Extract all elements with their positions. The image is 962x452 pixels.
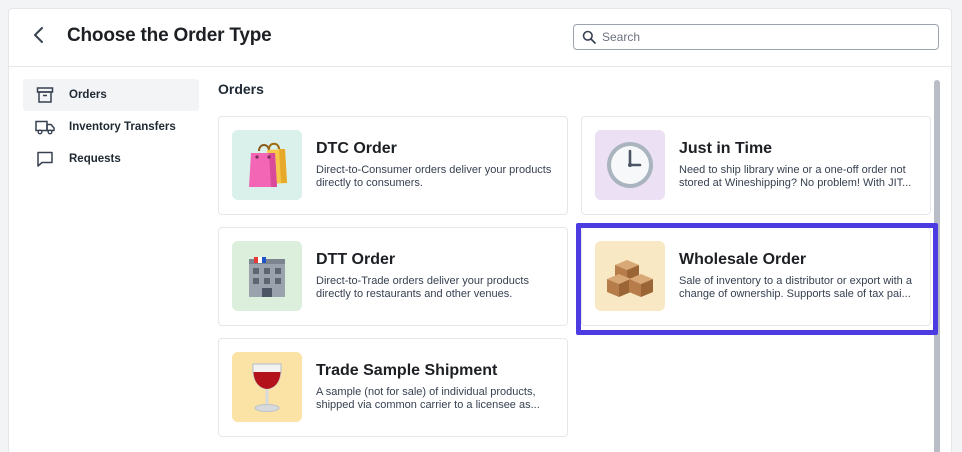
clock-icon (595, 130, 665, 200)
truck-icon (35, 117, 55, 137)
card-title: Wholesale Order (679, 251, 807, 268)
card-title: Just in Time (679, 140, 773, 157)
wholesale-order-card[interactable]: Wholesale Order Sale of inventory to a d… (581, 227, 931, 326)
dtc-order-card[interactable]: DTC Order Direct-to-Consumer orders deli… (218, 116, 568, 215)
page-title: Choose the Order Type (67, 25, 272, 46)
search-input[interactable] (602, 30, 922, 44)
card-description-line: Sale of inventory to a distributor or ex… (679, 275, 912, 287)
boxes-icon (595, 241, 665, 311)
card-description-line: directly to restaurants and other venues… (316, 288, 513, 300)
card-description-line: change of ownership. Supports sale of ta… (679, 288, 911, 300)
building-icon (232, 241, 302, 311)
wine-glass-icon (232, 352, 302, 422)
chat-bubble-icon (35, 149, 55, 169)
card-description-line: Direct-to-Trade orders deliver your prod… (316, 275, 529, 287)
sidebar-item-label: Requests (69, 153, 121, 165)
just-in-time-card[interactable]: Just in Time Need to ship library wine o… (581, 116, 931, 215)
sidebar: Orders Inventory Transfers Requests (23, 79, 199, 175)
card-title: DTC Order (316, 140, 397, 157)
search-icon (582, 30, 596, 44)
card-description: Need to ship library wine or a one-off o… (679, 164, 919, 190)
card-description-line: directly to consumers. (316, 177, 423, 189)
card-description-line: stored at Wineshipping? No problem! With… (679, 177, 912, 189)
sidebar-item-inventory-transfers[interactable]: Inventory Transfers (23, 111, 199, 143)
card-description: Direct-to-Trade orders deliver your prod… (316, 275, 556, 301)
search-box[interactable] (573, 24, 939, 50)
card-description-line: Direct-to-Consumer orders deliver your p… (316, 164, 552, 176)
card-description: Direct-to-Consumer orders deliver your p… (316, 164, 556, 190)
shopping-bags-icon (232, 130, 302, 200)
card-description: Sale of inventory to a distributor or ex… (679, 275, 919, 301)
card-description-line: A sample (not for sale) of individual pr… (316, 386, 536, 398)
card-description: A sample (not for sale) of individual pr… (316, 386, 556, 412)
sidebar-item-orders[interactable]: Orders (23, 79, 199, 111)
scrollbar-thumb[interactable] (934, 80, 940, 452)
header: Choose the Order Type (9, 9, 951, 67)
card-title: DTT Order (316, 251, 396, 268)
card-description-line: shipped via common carrier to a licensee… (316, 399, 540, 411)
sidebar-item-label: Inventory Transfers (69, 121, 176, 133)
chevron-left-icon (29, 25, 49, 50)
section-title: Orders (218, 81, 264, 97)
card-title: Trade Sample Shipment (316, 362, 498, 379)
dtt-order-card[interactable]: DTT Order Direct-to-Trade orders deliver… (218, 227, 568, 326)
card-description-line: Need to ship library wine or a one-off o… (679, 164, 906, 176)
sidebar-item-requests[interactable]: Requests (23, 143, 199, 175)
archive-box-icon (35, 85, 55, 105)
scrollbar[interactable] (934, 80, 940, 452)
trade-sample-shipment-card[interactable]: Trade Sample Shipment A sample (not for … (218, 338, 568, 437)
sidebar-item-label: Orders (69, 89, 107, 101)
back-button[interactable] (27, 25, 51, 49)
order-type-panel: Choose the Order Type Orders Inventory T… (8, 8, 952, 452)
